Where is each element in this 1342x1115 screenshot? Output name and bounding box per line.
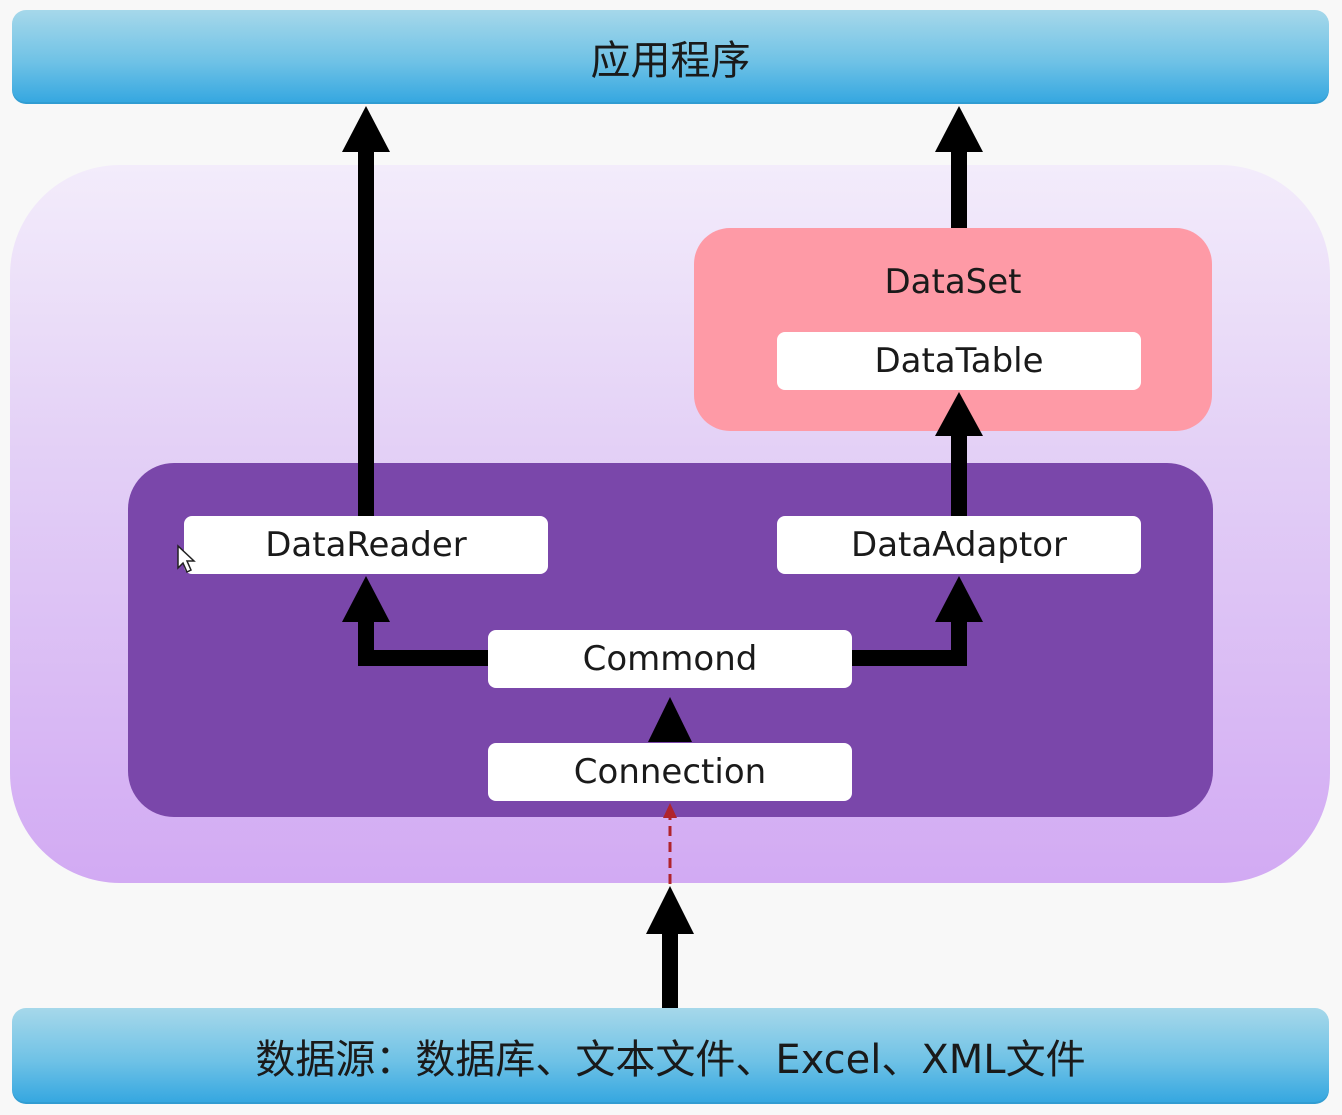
data-source-label: 数据源：数据库、文本文件、Excel、XML文件 [255, 1037, 1086, 1083]
arrows-layer [177, 106, 983, 1008]
arrow-datareader-to-app [342, 106, 390, 516]
arrow-dataset-to-app [935, 106, 983, 228]
mouse-cursor-icon [177, 544, 196, 574]
arrow-dataadaptor-to-datatable [935, 392, 983, 516]
data-source-bar: 数据源：数据库、文本文件、Excel、XML文件 [12, 1008, 1329, 1104]
arrow-commond-to-datareader [342, 576, 488, 666]
arrow-connection-to-commond [648, 697, 692, 742]
arrow-dashed-into-connection [663, 803, 677, 884]
arrow-datasource-up [646, 886, 694, 1008]
arrow-commond-to-dataadaptor [852, 576, 983, 666]
